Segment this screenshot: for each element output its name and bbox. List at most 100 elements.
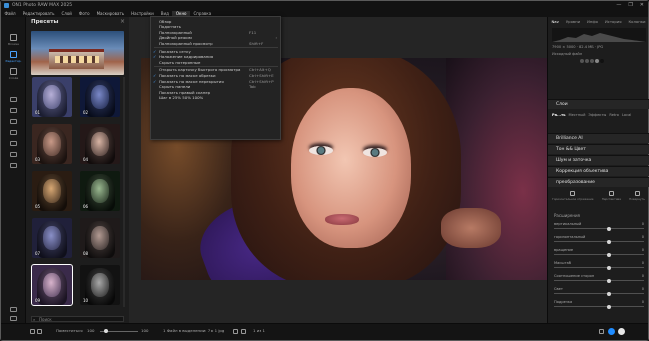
clone-icon[interactable]	[10, 152, 17, 157]
crop-icon[interactable]	[10, 97, 17, 102]
zoom-slider-handle[interactable]	[104, 329, 108, 333]
layers-button[interactable]: Слоёв	[5, 68, 22, 80]
section-lens-correction[interactable]: Коррекция объектива	[548, 166, 649, 176]
preset-thumbnail[interactable]: 01	[32, 77, 72, 117]
section-brilliance-ai[interactable]: BriIliance AI	[548, 133, 649, 143]
slider-handle[interactable]	[607, 291, 612, 296]
reset-icon[interactable]	[599, 329, 604, 334]
preset-label: 04	[83, 157, 89, 162]
flip-horizontal-button[interactable]: Горизонтальное отражение	[552, 191, 594, 207]
menu-item-8[interactable]: Справка	[190, 11, 215, 16]
checkmark-icon: ✓	[153, 48, 157, 54]
layer-sub-tab[interactable]: Местный	[569, 113, 586, 117]
slider-handle[interactable]	[607, 239, 612, 244]
edit-icon	[10, 51, 17, 58]
preset-thumbnail[interactable]: 06	[80, 171, 120, 211]
preset-thumbnail[interactable]: 07	[32, 218, 72, 258]
slider-track[interactable]	[554, 293, 644, 294]
slider-track[interactable]	[554, 280, 644, 281]
transform-slider[interactable]: Соотношение сторон 0	[554, 274, 644, 283]
transform-slider[interactable]: Масштаб 0	[554, 261, 644, 270]
section-transform[interactable]: преобразование	[548, 177, 649, 187]
panel-tab[interactable]: Колонки	[628, 19, 645, 24]
tool-rail: Browse Редактир. Слоёв	[1, 17, 26, 323]
slider-track[interactable]	[554, 267, 644, 268]
panel-tab[interactable]: Инфо	[587, 19, 598, 24]
transform-slider[interactable]: Подрезка 0	[554, 300, 644, 309]
preset-thumbnail[interactable]: 08	[80, 218, 120, 258]
menu-item-6[interactable]: Вид	[157, 11, 172, 16]
hand-icon[interactable]	[10, 307, 17, 312]
slider-handle[interactable]	[607, 226, 612, 231]
view-menu-item[interactable]: Скрыть потерянные	[151, 60, 280, 66]
checkmark-icon: ✓	[153, 54, 157, 60]
preset-thumbnail[interactable]: 04	[80, 124, 120, 164]
preset-label: 02	[83, 110, 89, 115]
mask-icon[interactable]	[10, 163, 17, 168]
browse-button[interactable]: Browse	[5, 34, 22, 46]
before-after-button[interactable]	[608, 328, 615, 335]
minimize-icon[interactable]: —	[616, 2, 621, 8]
section-tone-color[interactable]: Тон && Цвет	[548, 144, 649, 154]
brush-icon[interactable]	[10, 119, 17, 124]
slider-track[interactable]	[554, 228, 644, 229]
view-menu-item[interactable]: Полноэкранный просмотр Shift+F	[151, 41, 280, 47]
layer-sub-tab[interactable]: Эффекты	[588, 113, 606, 117]
close-icon[interactable]: ✕	[640, 2, 644, 8]
preset-thumbnail[interactable]: 03	[32, 124, 72, 164]
slider-track[interactable]	[554, 306, 644, 307]
grid-icon[interactable]	[241, 329, 246, 334]
section-noise-sharpen[interactable]: Шум и заточка	[548, 155, 649, 165]
section-layers[interactable]: Слои	[548, 99, 649, 109]
view-menu-item[interactable]: Шаг в 25% 50% 100%	[151, 95, 280, 101]
edit-button[interactable]: Редактир.	[5, 51, 22, 63]
presets-search-field[interactable]: ⌕ Поиск	[31, 316, 124, 322]
slider-track[interactable]	[554, 241, 644, 242]
slider-handle[interactable]	[607, 278, 612, 283]
panel-tab[interactable]: История	[605, 19, 622, 24]
maximize-icon[interactable]: ❐	[628, 2, 632, 8]
transform-slider[interactable]: вертикальный 0	[554, 222, 644, 231]
preset-label: 05	[35, 204, 41, 209]
transform-slider[interactable]: горизонтальный 0	[554, 235, 644, 244]
panel-tab[interactable]: Уровни	[566, 19, 580, 24]
menu-item-4[interactable]: Маскировать	[93, 11, 128, 16]
menu-bar: Файл Редактировать Слой Фото Маскировать Наст…	[1, 9, 648, 17]
menu-item-1[interactable]: Редактировать	[19, 11, 58, 16]
menu-item-5[interactable]: Настройки	[128, 11, 158, 16]
layer-sub-tab[interactable]: Local	[622, 113, 631, 117]
menu-item-2[interactable]: Слой	[58, 11, 75, 16]
menu-item-7[interactable]: Окно	[172, 10, 191, 16]
single-view-icon[interactable]	[30, 329, 35, 334]
transform-slider[interactable]: вращение 0	[554, 248, 644, 257]
eye-icon[interactable]	[233, 329, 238, 334]
layer-sub-tab[interactable]: Retro	[609, 113, 619, 117]
menu-item-3[interactable]: Фото	[75, 11, 93, 16]
compare-view-icon[interactable]	[37, 329, 42, 334]
panel-close-icon[interactable]: ×	[120, 18, 125, 25]
layer-sub-tab[interactable]: Ра...ть	[552, 113, 566, 117]
transform-slider[interactable]: Свет 0	[554, 287, 644, 296]
fit-label[interactable]: Поместиться	[56, 328, 83, 333]
transform-icon[interactable]	[10, 108, 17, 113]
panel-tab[interactable]: Nav	[551, 19, 558, 24]
page-info: 1 из 1	[253, 328, 266, 333]
presets-scrollbar[interactable]	[123, 77, 125, 307]
zoom-icon[interactable]	[10, 316, 17, 321]
perspective-button[interactable]: Перспектива	[602, 191, 621, 207]
preset-thumbnail[interactable]: 05	[32, 171, 72, 211]
retouch-icon[interactable]	[10, 141, 17, 146]
slider-handle[interactable]	[607, 265, 612, 270]
preset-category-banner[interactable]	[31, 31, 124, 75]
eraser-icon[interactable]	[10, 130, 17, 135]
preset-thumbnail[interactable]: 09	[31, 264, 73, 306]
menu-item-0[interactable]: Файл	[1, 11, 19, 16]
rotate-button[interactable]: Повернуть	[629, 191, 645, 207]
preset-thumbnail[interactable]: 10	[80, 265, 120, 305]
done-button[interactable]	[618, 328, 625, 335]
slider-track[interactable]	[554, 254, 644, 255]
slider-handle[interactable]	[607, 252, 612, 257]
zoom-value: 100	[87, 328, 95, 333]
preset-thumbnail[interactable]: 02	[80, 77, 120, 117]
slider-handle[interactable]	[607, 304, 612, 309]
